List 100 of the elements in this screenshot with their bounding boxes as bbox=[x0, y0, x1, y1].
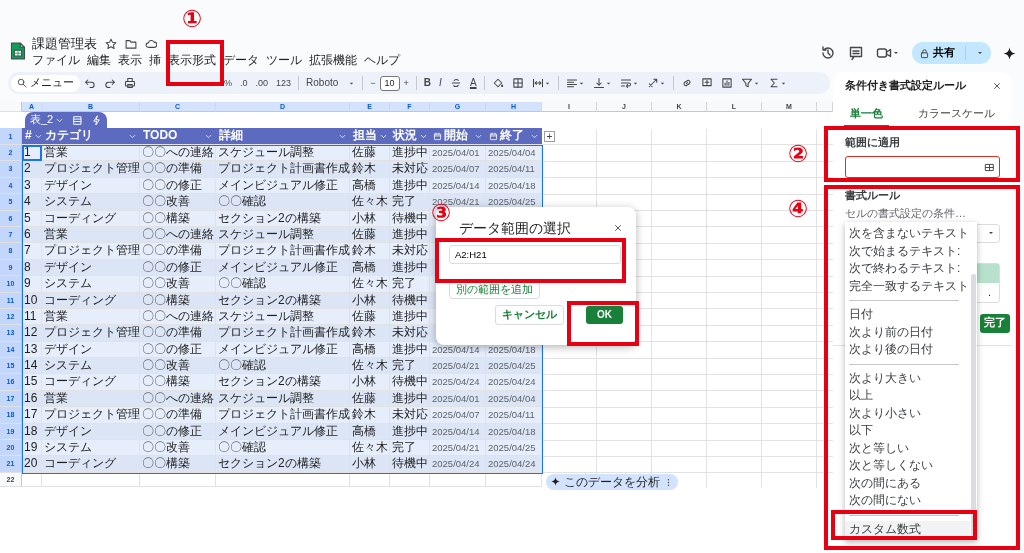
column-title: 詳細 bbox=[219, 128, 243, 144]
text-color-button[interactable]: A bbox=[465, 74, 481, 92]
grid-icon[interactable] bbox=[984, 161, 995, 173]
table-cell: 〇〇の準備 bbox=[140, 161, 216, 178]
column-title: 終了 bbox=[500, 128, 524, 144]
table-cell: 〇〇改善 bbox=[140, 358, 216, 375]
cancel-button[interactable]: キャンセル bbox=[495, 305, 564, 325]
menu-item[interactable]: 次より大きい bbox=[845, 369, 970, 387]
close-icon[interactable] bbox=[992, 81, 1002, 91]
caret-icon[interactable] bbox=[892, 49, 900, 57]
table-cell: プロジェクト管理 bbox=[42, 407, 140, 424]
document-title[interactable]: 課題管理表 bbox=[32, 36, 97, 51]
align-icon bbox=[565, 77, 578, 89]
menu-item[interactable]: データ bbox=[223, 54, 259, 67]
chart-icon bbox=[720, 77, 733, 89]
step-number: ① bbox=[182, 6, 203, 32]
comment-icon[interactable] bbox=[848, 45, 864, 61]
search-menus-field[interactable]: メニュー bbox=[11, 74, 80, 92]
scrollbar[interactable] bbox=[971, 274, 976, 536]
menu-item[interactable]: 次の間にない bbox=[845, 492, 970, 510]
menu-item[interactable]: ツール bbox=[266, 54, 302, 67]
menu-item[interactable]: 次で終わるテキスト: bbox=[845, 260, 970, 278]
range-input[interactable]: A2:H21 bbox=[449, 245, 621, 264]
increase-size-button[interactable]: + bbox=[399, 74, 413, 92]
table-cell: 〇〇改善 bbox=[140, 440, 216, 457]
empty-cell[interactable] bbox=[42, 472, 140, 487]
table-cell: 鈴木 bbox=[350, 407, 390, 424]
menu-item[interactable]: 次より後の日付 bbox=[845, 341, 970, 359]
panel-tab[interactable]: 単一色 bbox=[844, 103, 890, 127]
table-cell: 完了 bbox=[390, 194, 430, 211]
caret-icon bbox=[976, 49, 984, 57]
menu-item[interactable]: 次で始まるテキスト: bbox=[845, 242, 970, 260]
done-button[interactable]: 完了 bbox=[980, 313, 1010, 333]
table-cell: 7 bbox=[22, 243, 42, 260]
menu-item[interactable]: 日付 bbox=[845, 306, 970, 324]
menu-item[interactable]: 次を含まないテキスト bbox=[845, 225, 970, 243]
number-format-button[interactable]: .0 bbox=[236, 74, 252, 92]
menu-item[interactable]: 次と等しくない bbox=[845, 457, 970, 475]
menu-item[interactable]: ファイル bbox=[32, 54, 80, 67]
font-size-field[interactable]: 10 bbox=[379, 75, 400, 91]
empty-cell[interactable] bbox=[486, 472, 542, 487]
table-cell: セクション2の構築 bbox=[216, 374, 350, 391]
menu-item[interactable]: 以下 bbox=[845, 422, 970, 440]
table-cell: 2025/04/25 bbox=[486, 358, 542, 375]
number-format-button[interactable]: 123 bbox=[272, 74, 296, 92]
range-field[interactable] bbox=[845, 156, 1000, 179]
history-icon[interactable] bbox=[820, 45, 836, 61]
empty-cell[interactable] bbox=[390, 472, 430, 487]
filter-icon bbox=[740, 77, 753, 89]
table-cell: 佐々木 bbox=[350, 276, 390, 293]
folder-icon[interactable] bbox=[125, 37, 137, 50]
table-cell: 待機中 bbox=[390, 456, 430, 473]
decrease-size-button[interactable]: − bbox=[366, 74, 380, 92]
menu-item[interactable]: 以上 bbox=[845, 387, 970, 405]
analyze-button[interactable]: このデータを分析 bbox=[551, 474, 660, 490]
ok-button[interactable]: OK bbox=[586, 306, 623, 324]
cloud-icon[interactable] bbox=[145, 37, 157, 50]
table-cell: 〇〇構築 bbox=[140, 456, 216, 473]
menu-item[interactable]: 次より小さい bbox=[845, 404, 970, 422]
bold-button[interactable]: B bbox=[419, 74, 436, 92]
table-cell: 未対応 bbox=[390, 161, 430, 178]
video-icon[interactable] bbox=[876, 45, 892, 61]
menu-item[interactable]: 表示 bbox=[118, 54, 142, 67]
add-column-button[interactable]: + bbox=[544, 131, 555, 142]
menu-item[interactable]: 挿 bbox=[149, 54, 161, 67]
dialog-title: データ範囲の選択 bbox=[459, 219, 571, 237]
menu-item[interactable]: 次より前の日付 bbox=[845, 323, 970, 341]
menu-item[interactable]: 次と等しい bbox=[845, 439, 970, 457]
panel-tab[interactable]: カラースケール bbox=[911, 103, 1001, 127]
empty-cell[interactable] bbox=[140, 472, 216, 487]
table-cell: システム bbox=[42, 276, 140, 293]
table-cell: 2025/04/24 bbox=[430, 456, 486, 473]
share-button[interactable]: 共有 bbox=[912, 42, 962, 64]
italic-button[interactable]: I bbox=[435, 74, 446, 92]
table-cell: 4 bbox=[22, 194, 42, 211]
menu-item[interactable]: 完全一致するテキスト bbox=[845, 277, 970, 295]
empty-cell[interactable] bbox=[350, 472, 390, 487]
star-icon[interactable] bbox=[105, 37, 117, 50]
table-cell: 小林 bbox=[350, 456, 390, 473]
menu-item[interactable]: 編集 bbox=[87, 54, 111, 67]
table-cell: 15 bbox=[22, 374, 42, 391]
table-cell: 〇〇確認 bbox=[216, 276, 350, 293]
font-select[interactable]: Roboto bbox=[302, 74, 360, 92]
menu-item[interactable]: 拡張機能 bbox=[309, 54, 357, 67]
empty-cell[interactable] bbox=[430, 472, 486, 487]
table-cell: 2025/04/21 bbox=[430, 358, 486, 375]
menu-item[interactable]: 次の間にある bbox=[845, 474, 970, 492]
number-format-button[interactable]: % bbox=[220, 74, 236, 92]
calendar-icon bbox=[489, 131, 498, 141]
menu-item[interactable]: ヘルプ bbox=[364, 54, 400, 67]
number-format-button[interactable]: .00 bbox=[251, 74, 273, 92]
table-cell: 2025/04/24 bbox=[430, 374, 486, 391]
sparkle-icon[interactable] bbox=[1003, 46, 1016, 60]
table-cell: コーディング bbox=[42, 456, 140, 473]
table-name-tab[interactable]: 表_2 bbox=[27, 112, 68, 128]
lock-icon bbox=[919, 47, 930, 59]
empty-cell[interactable] bbox=[216, 472, 350, 487]
table-cell: システム bbox=[42, 194, 140, 211]
table-cell: システム bbox=[42, 440, 140, 457]
close-icon[interactable] bbox=[613, 223, 623, 233]
